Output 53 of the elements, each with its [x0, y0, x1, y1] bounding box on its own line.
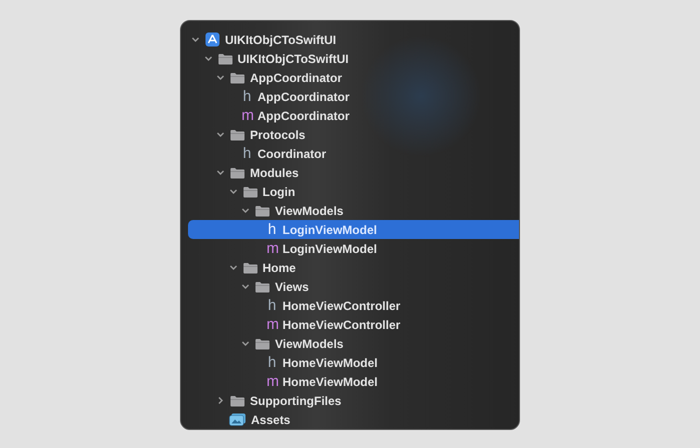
folder-icon — [242, 262, 258, 274]
tree-item[interactable]: Assets — [188, 410, 519, 429]
chevron-icon[interactable] — [216, 130, 225, 139]
tree-item[interactable]: AppCoordinator — [188, 68, 519, 87]
folder-icon — [230, 72, 245, 84]
tree-item[interactable]: ViewModels — [188, 334, 519, 353]
header-file-icon: h — [242, 87, 252, 106]
source-file-icon: m — [266, 315, 278, 334]
tree-item[interactable]: SupportingFiles — [188, 391, 519, 410]
header-file-icon: h — [266, 353, 278, 372]
folder-icon — [255, 204, 270, 216]
tree-item[interactable]: m LoginViewModel — [188, 239, 519, 258]
folder-icon — [230, 394, 245, 406]
chevron-icon[interactable] — [228, 187, 238, 196]
app-icon — [205, 32, 220, 47]
chevron-icon[interactable] — [216, 396, 225, 405]
chevron-icon[interactable] — [204, 54, 212, 63]
tree-item[interactable]: ViewModels — [188, 201, 519, 220]
tree-item[interactable]: Views — [188, 277, 519, 296]
tree-item[interactable]: h HomeViewController — [188, 296, 519, 315]
chevron-icon[interactable] — [216, 168, 225, 177]
chevron-icon[interactable] — [191, 35, 200, 44]
folder-icon — [255, 280, 270, 292]
folder-icon — [230, 128, 245, 140]
tree-item[interactable]: UIKItObjCToSwiftUI — [188, 49, 519, 68]
tree-item[interactable]: h Coordinator — [188, 144, 519, 163]
folder-icon — [255, 338, 270, 350]
header-file-icon: h — [266, 296, 278, 315]
chevron-icon[interactable] — [216, 73, 225, 82]
header-file-icon: h — [242, 144, 252, 163]
folder-icon — [218, 52, 232, 64]
folder-icon — [230, 166, 245, 178]
tree-item[interactable]: m HomeViewModel — [188, 372, 519, 391]
tree-item[interactable]: UIKItObjCToSwiftUI — [188, 30, 519, 49]
folder-icon — [242, 186, 258, 198]
source-file-icon: m — [266, 372, 278, 391]
chevron-icon[interactable] — [241, 282, 250, 291]
source-file-icon: m — [242, 106, 252, 125]
tree-item[interactable]: Login — [188, 182, 519, 201]
header-file-icon: h — [266, 220, 278, 239]
tree-item[interactable]: h LoginViewModel — [188, 220, 519, 239]
tree-item[interactable]: Modules — [188, 163, 519, 182]
chevron-icon[interactable] — [241, 339, 250, 348]
tree-item[interactable]: h HomeViewModel — [188, 353, 519, 372]
tree-item[interactable]: m HomeViewController — [188, 315, 519, 334]
tree-item[interactable]: Protocols — [188, 125, 519, 144]
source-file-icon: m — [266, 239, 278, 258]
chevron-icon[interactable] — [228, 263, 238, 272]
chevron-icon[interactable] — [241, 206, 250, 215]
tree-item[interactable]: h AppCoordinator — [188, 87, 519, 106]
image-folder-icon — [229, 413, 246, 426]
tree-item[interactable]: Home — [188, 258, 519, 277]
tree-item[interactable]: m AppCoordinator — [188, 106, 519, 125]
